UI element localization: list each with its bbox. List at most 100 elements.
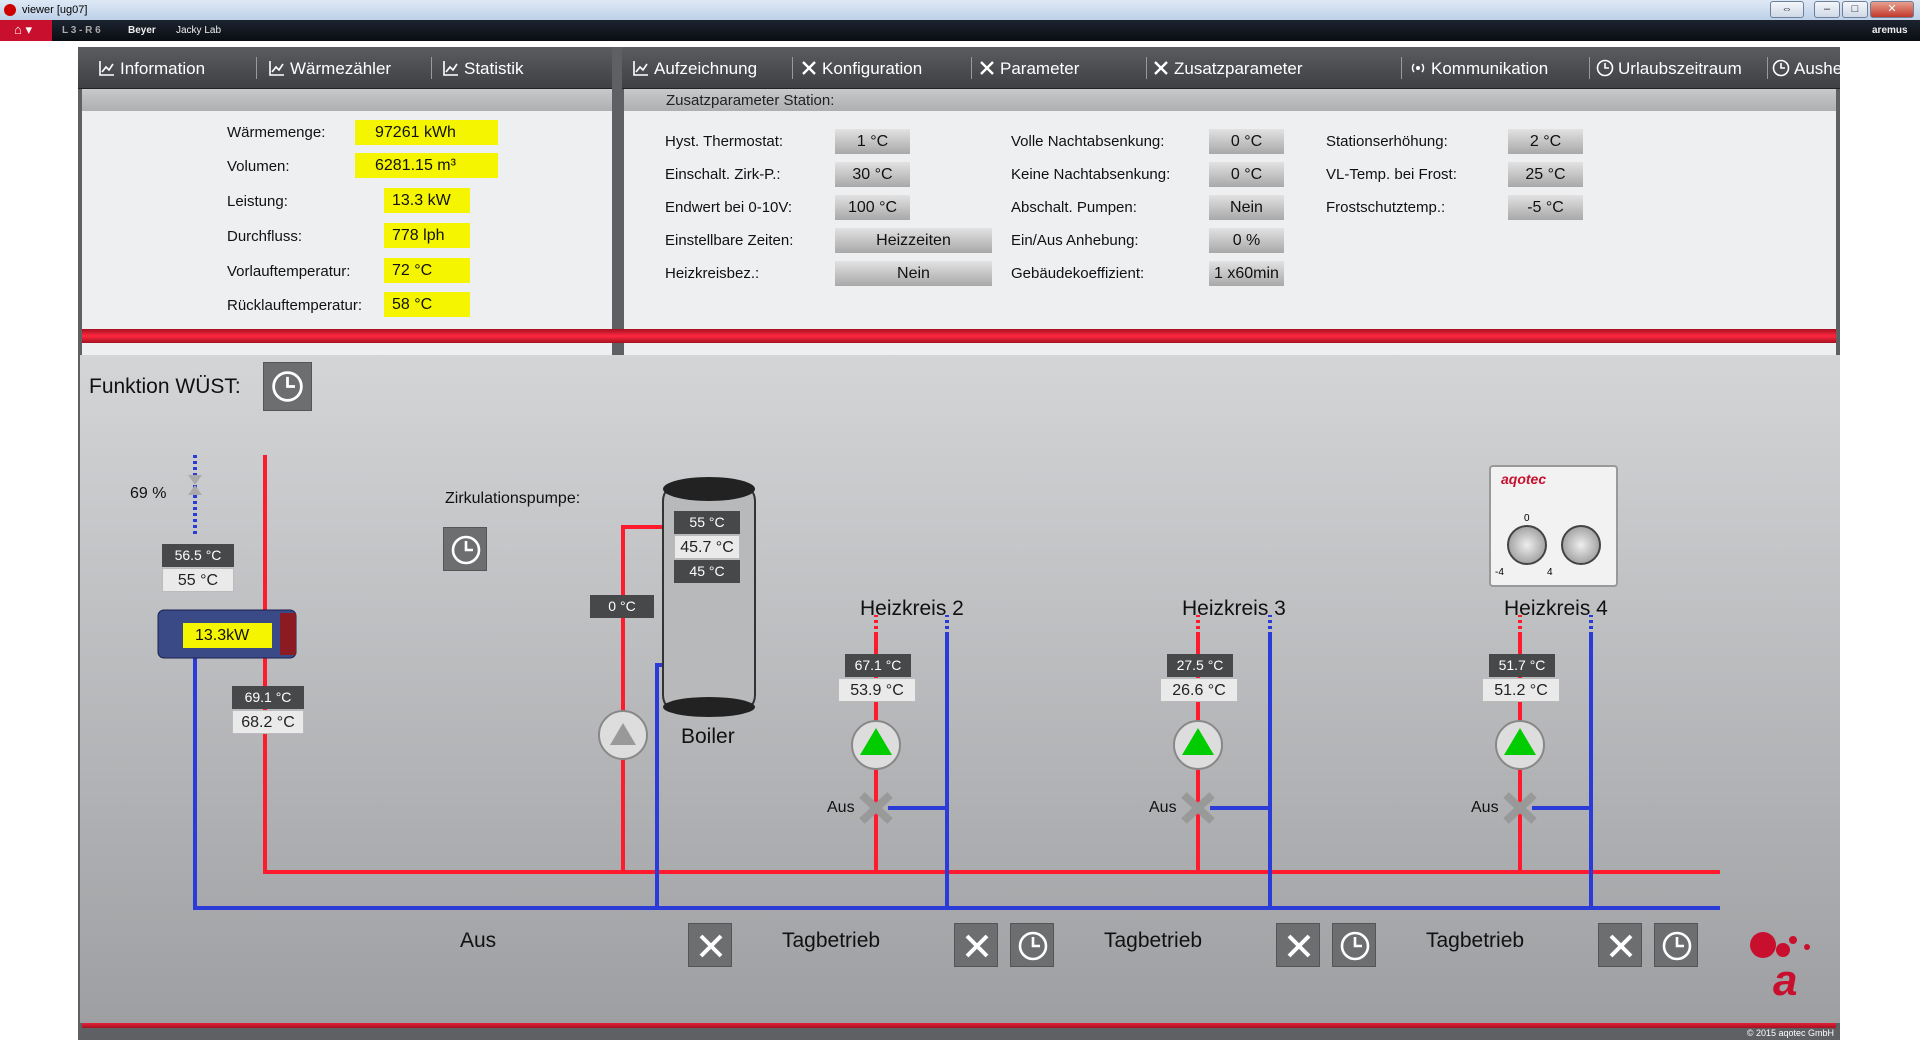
tab-divider xyxy=(431,57,432,79)
info-label: Durchfluss: xyxy=(227,228,303,245)
info-label: Leistung: xyxy=(227,193,288,210)
room-thermostat[interactable]: aqotec 0 -4 4 xyxy=(1489,465,1618,587)
valve-state: Aus xyxy=(1149,799,1177,816)
station-name[interactable]: Jacky Lab xyxy=(176,25,221,36)
param-value[interactable]: 0 °C xyxy=(1209,162,1284,187)
param-value[interactable]: Nein xyxy=(835,261,992,286)
durchfluss-value: 778 lph xyxy=(384,223,470,248)
minimize-button[interactable]: – xyxy=(1814,1,1840,18)
clock-icon xyxy=(1018,931,1048,961)
hk3-clock-button[interactable] xyxy=(1332,923,1376,967)
thermostat-knob-temp[interactable] xyxy=(1507,525,1547,565)
hk3-settings-button[interactable] xyxy=(1276,923,1320,967)
thermostat-scale: 0 xyxy=(1524,513,1530,524)
circuit-name: Heizkreis 2 xyxy=(860,597,964,620)
param-value[interactable]: Heizzeiten xyxy=(835,228,992,253)
hx-outlet-temp: 69.1 °C xyxy=(232,686,304,709)
info-label: Rücklauftemperatur: xyxy=(227,297,363,314)
hk4-clock-button[interactable] xyxy=(1654,923,1698,967)
station-user[interactable]: Beyer xyxy=(128,25,156,36)
param-value[interactable]: 100 °C xyxy=(835,195,910,220)
circuit-temp-actual: 27.5 °C xyxy=(1167,654,1233,677)
zusatz-header: Zusatzparameter Station: xyxy=(624,89,1836,111)
param-value[interactable]: 1 °C xyxy=(835,129,910,154)
param-label: VL-Temp. bei Frost: xyxy=(1326,166,1457,183)
param-value[interactable]: -5 °C xyxy=(1508,195,1583,220)
tab-label: Aufzeichnung xyxy=(654,59,758,78)
param-value[interactable]: 2 °C xyxy=(1508,129,1583,154)
restore-size-button[interactable]: ⇔ xyxy=(1770,1,1804,18)
brand-label: aremus xyxy=(1872,25,1908,36)
param-label: Heizkreisbez.: xyxy=(665,265,760,282)
app-icon xyxy=(4,4,16,16)
chart-icon xyxy=(633,61,648,76)
vorlauf-value: 72 °C xyxy=(384,258,470,283)
tab-label: Statistik xyxy=(464,59,524,78)
param-label: Keine Nachtabsenkung: xyxy=(1011,166,1171,183)
tab-divider xyxy=(792,57,793,79)
zirk-temp: 0 °C xyxy=(590,595,654,618)
param-value[interactable]: 0 °C xyxy=(1209,129,1284,154)
circuit-name: Heizkreis 4 xyxy=(1504,597,1608,620)
param-label: Einstellbare Zeiten: xyxy=(665,232,794,249)
hx-outlet-temp-setpoint: 68.2 °C xyxy=(232,710,304,734)
info-label: Vorlauftemperatur: xyxy=(227,263,351,280)
param-value[interactable]: 1 x60min xyxy=(1209,261,1284,286)
tab-konfiguration[interactable]: Konfiguration xyxy=(800,58,922,82)
boiler-temp-mid: 45.7 °C xyxy=(674,535,740,559)
thermostat-scale: 4 xyxy=(1547,567,1553,578)
param-label: Stationserhöhung: xyxy=(1326,133,1448,150)
tab-waermezaehler[interactable]: Wärmezähler xyxy=(268,58,391,82)
circuit-mode-label: Tagbetrieb xyxy=(1426,929,1525,952)
tab-urlaubszeitraum[interactable]: Urlaubszeitraum xyxy=(1596,58,1742,82)
tab-divider xyxy=(256,57,257,79)
tab-zusatzparameter[interactable]: Zusatzparameter xyxy=(1152,58,1303,82)
param-value[interactable]: 30 °C xyxy=(835,162,910,187)
boiler-label: Boiler xyxy=(681,725,735,748)
param-label: Ein/Aus Anhebung: xyxy=(1011,232,1139,249)
circuit-temp-actual: 67.1 °C xyxy=(845,654,911,677)
clock-icon xyxy=(1596,59,1614,77)
boiler-settings-button[interactable] xyxy=(688,923,732,967)
waermemenge-value: 97261 kWh xyxy=(355,120,498,145)
info-label: Wärmemenge: xyxy=(227,124,326,141)
station-level[interactable]: L 3 - R 6 xyxy=(62,25,101,36)
hx-power-value: 13.3kW xyxy=(183,623,272,648)
circuit-temp-target: 51.2 °C xyxy=(1482,678,1560,702)
info-panel-header xyxy=(82,89,612,111)
valve-state: Aus xyxy=(827,799,855,816)
red-divider-top xyxy=(82,329,1836,343)
tab-kommunikation[interactable]: Kommunikation xyxy=(1409,58,1548,82)
hk2-clock-button[interactable] xyxy=(1010,923,1054,967)
tools-icon xyxy=(1154,61,1168,75)
tab-divider xyxy=(1401,57,1402,79)
hk4-settings-button[interactable] xyxy=(1598,923,1642,967)
tab-information[interactable]: Information xyxy=(98,58,205,82)
tab-statistik[interactable]: Statistik xyxy=(442,58,524,82)
thermostat-knob-mode[interactable] xyxy=(1561,525,1601,565)
param-label: Gebäudekoeffizient: xyxy=(1011,265,1145,282)
home-button[interactable]: ⌂ ▾ xyxy=(0,20,52,41)
tools-icon xyxy=(699,934,723,958)
tab-label: Parameter xyxy=(1000,59,1080,78)
tools-icon xyxy=(802,61,816,75)
maximize-button[interactable]: □ xyxy=(1842,1,1868,18)
param-value[interactable]: 0 % xyxy=(1209,228,1284,253)
funktion-clock-button[interactable] xyxy=(263,362,312,411)
clock-icon xyxy=(272,371,303,402)
hk2-settings-button[interactable] xyxy=(954,923,998,967)
info-label: Volumen: xyxy=(227,158,290,175)
tab-divider xyxy=(1589,57,1590,79)
tab-parameter[interactable]: Parameter xyxy=(978,58,1079,82)
volumen-value: 6281.15 m³ xyxy=(355,153,498,178)
tools-icon xyxy=(1609,934,1633,958)
tools-icon xyxy=(980,61,994,75)
zirk-clock-button[interactable] xyxy=(443,527,487,571)
tab-aufzeichnung[interactable]: Aufzeichnung xyxy=(632,58,757,82)
tab-ausheizung[interactable]: Ausheizung xyxy=(1772,58,1883,82)
tab-label: Information xyxy=(120,59,206,78)
param-label: Endwert bei 0-10V: xyxy=(665,199,793,216)
close-button[interactable]: ✕ xyxy=(1870,1,1914,18)
param-value[interactable]: Nein xyxy=(1209,195,1284,220)
param-value[interactable]: 25 °C xyxy=(1508,162,1583,187)
